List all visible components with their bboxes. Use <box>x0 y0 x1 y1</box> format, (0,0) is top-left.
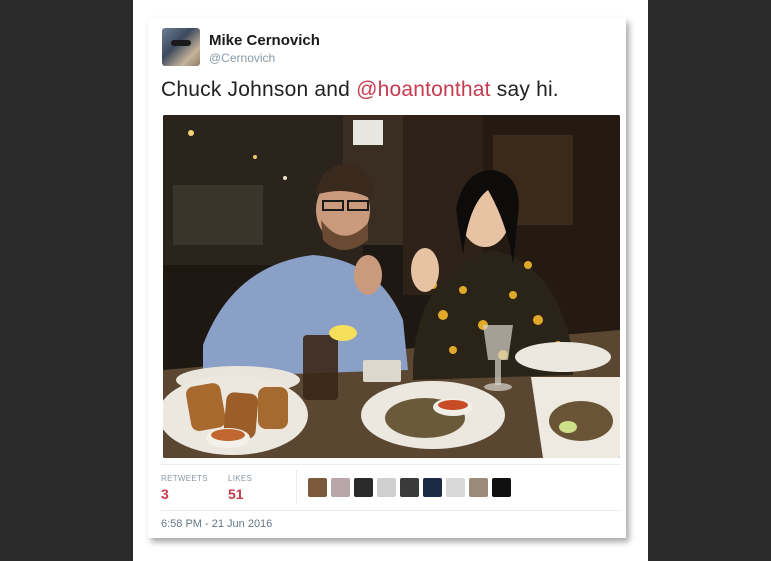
likers-avatars <box>308 478 511 497</box>
user-handle[interactable]: @Cernovich <box>209 51 275 65</box>
liker-avatar-6[interactable] <box>423 478 442 497</box>
left-backdrop <box>0 0 133 561</box>
likes-label: LIKES <box>228 474 253 483</box>
likes-stat[interactable]: LIKES 51 <box>228 474 252 502</box>
likes-count: 51 <box>228 486 244 502</box>
retweets-count: 3 <box>161 486 169 502</box>
retweets-label: RETWEETS <box>161 474 208 483</box>
stats-separator <box>296 470 297 504</box>
liker-avatar-8[interactable] <box>469 478 488 497</box>
tweet-photo[interactable] <box>163 115 620 458</box>
user-avatar[interactable] <box>162 28 200 66</box>
liker-avatar-7[interactable] <box>446 478 465 497</box>
right-backdrop <box>648 0 771 561</box>
liker-avatar-9[interactable] <box>492 478 511 497</box>
liker-avatar-4[interactable] <box>377 478 396 497</box>
tweet-text: Chuck Johnson and @hoantonthat say hi. <box>161 78 559 102</box>
mention-link[interactable]: @hoantonthat <box>356 78 491 101</box>
liker-avatar-1[interactable] <box>308 478 327 497</box>
tweet-text-start: Chuck Johnson and <box>161 78 357 101</box>
display-name[interactable]: Mike Cernovich <box>209 32 320 49</box>
liker-avatar-5[interactable] <box>400 478 419 497</box>
liker-avatar-2[interactable] <box>331 478 350 497</box>
stats-top-divider <box>161 464 621 465</box>
tweet-card: Mike Cernovich @Cernovich Chuck Johnson … <box>148 18 626 538</box>
tweet-text-end: say hi. <box>490 78 559 101</box>
tweet-timestamp[interactable]: 6:58 PM - 21 Jun 2016 <box>161 518 272 530</box>
retweets-stat[interactable]: RETWEETS 3 <box>161 474 208 502</box>
liker-avatar-3[interactable] <box>354 478 373 497</box>
stats-bottom-divider <box>161 510 621 511</box>
